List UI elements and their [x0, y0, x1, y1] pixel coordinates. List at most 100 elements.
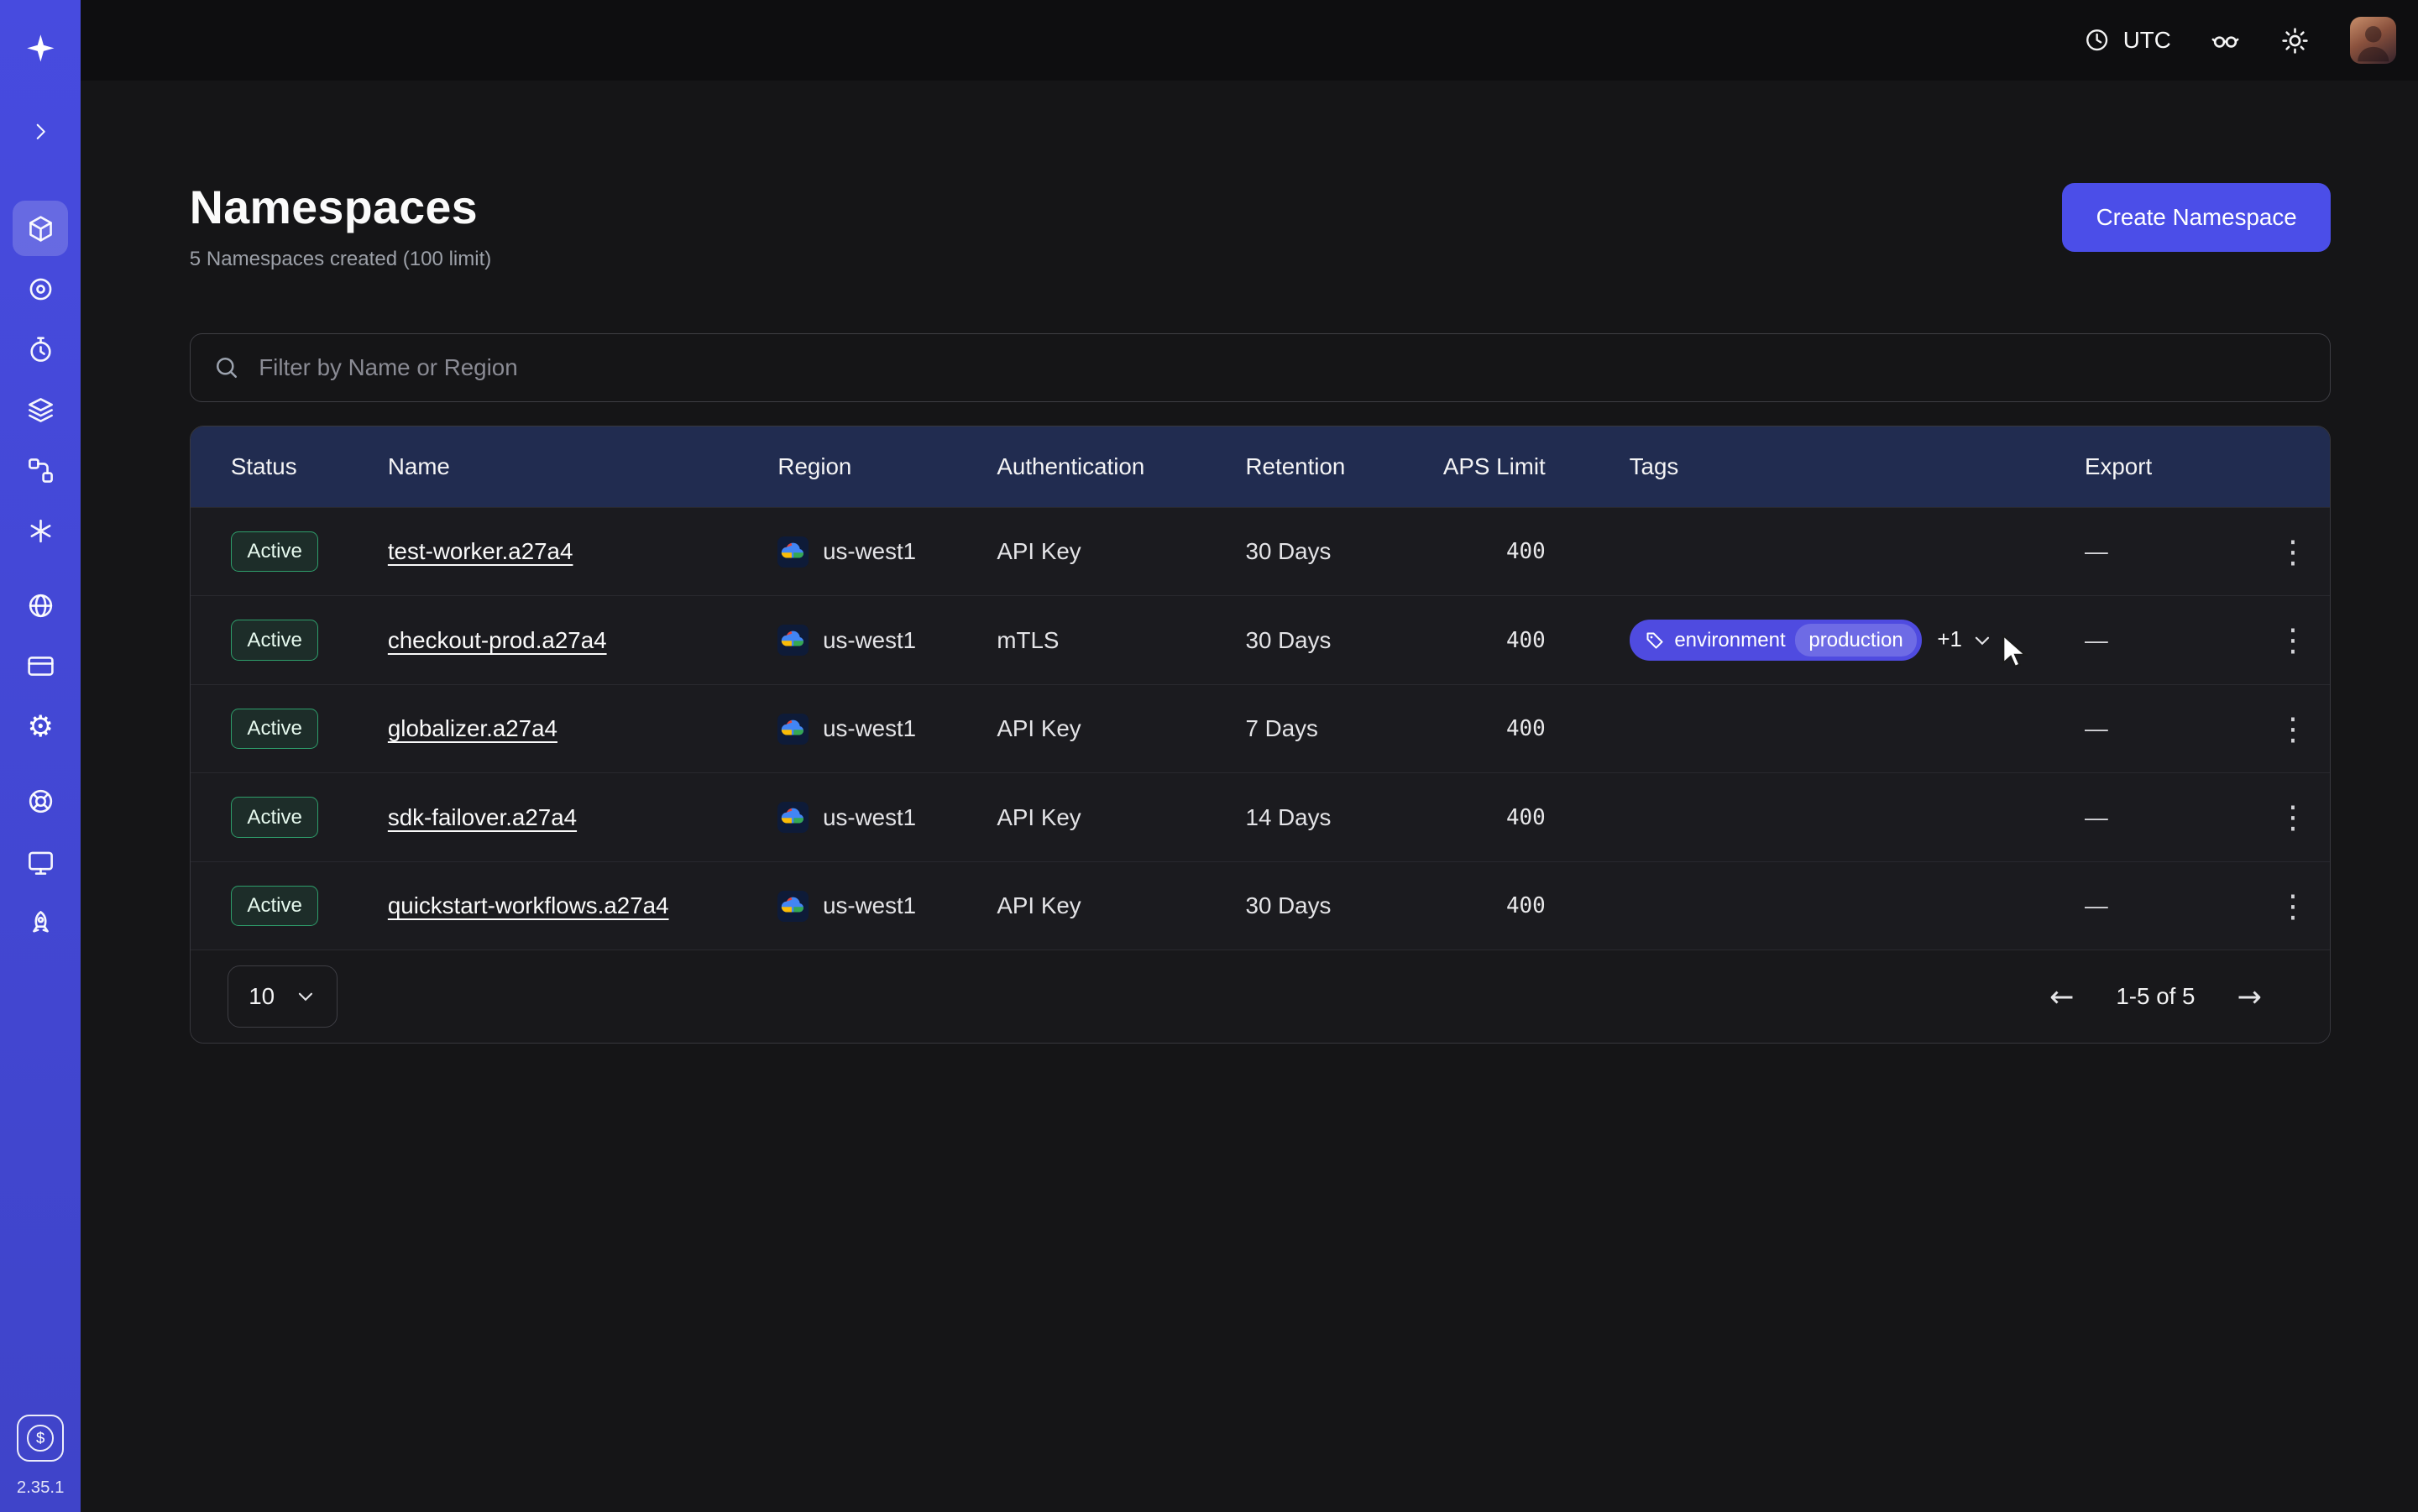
- gear-icon: ⚙: [27, 712, 54, 741]
- target-icon: [25, 274, 56, 305]
- goggles-icon: [2210, 25, 2241, 56]
- pagination: ← 1-5 of 5 →: [2049, 980, 2262, 1014]
- sidebar-item-deployments[interactable]: [13, 442, 69, 499]
- sidebar-item-billing[interactable]: [13, 639, 69, 695]
- namespace-link[interactable]: sdk-failover.a27a4: [388, 804, 577, 830]
- person-silhouette-icon: [2350, 17, 2397, 64]
- table-footer: 10 ← 1-5 of 5 →: [191, 950, 2331, 1043]
- col-retention: Retention: [1246, 453, 1440, 480]
- export-value: —: [2085, 715, 2256, 742]
- search-input[interactable]: [256, 353, 2309, 383]
- export-value: —: [2085, 892, 2256, 919]
- auth-label: API Key: [997, 538, 1245, 565]
- col-status: Status: [231, 453, 388, 480]
- sidebar-item-support[interactable]: [13, 774, 69, 830]
- sidebar-item-regions[interactable]: [13, 578, 69, 634]
- workflow-branch-icon: [25, 455, 56, 486]
- row-menu-kebab-icon[interactable]: ⋮: [2268, 793, 2317, 842]
- namespaces-page: Namespaces 5 Namespaces created (100 lim…: [81, 81, 2418, 1512]
- sidebar-item-settings[interactable]: ⚙: [13, 699, 69, 756]
- aps-value: 400: [1440, 716, 1630, 741]
- table-row: Active test-worker.a27a4 us-west1 API Ke…: [191, 507, 2331, 596]
- page-subtitle: 5 Namespaces created (100 limit): [190, 248, 492, 271]
- col-export: Export: [2085, 453, 2256, 480]
- chevron-down-icon[interactable]: [1971, 630, 1993, 651]
- page-size-value: 10: [249, 983, 275, 1010]
- user-avatar[interactable]: [2350, 17, 2397, 64]
- globe-icon: [25, 590, 56, 621]
- col-authentication: Authentication: [997, 453, 1245, 480]
- temporal-logo-icon[interactable]: [13, 20, 69, 76]
- credit-card-icon: [25, 651, 56, 682]
- app-window: ⚙ $ 2.35.1 UTC: [0, 0, 2418, 1512]
- topbar: UTC: [81, 0, 2418, 81]
- clock-icon: [2083, 26, 2111, 54]
- usage-cost-icon[interactable]: $: [17, 1415, 64, 1462]
- next-page-arrow-icon[interactable]: →: [2237, 980, 2261, 1014]
- table-row: Active sdk-failover.a27a4 us-west1 API K…: [191, 772, 2331, 861]
- namespace-link[interactable]: globalizer.a27a4: [388, 715, 557, 741]
- asterisk-icon: [25, 515, 56, 547]
- export-value: —: [2085, 538, 2256, 565]
- gcp-cloud-icon: [777, 536, 809, 568]
- pagination-range: 1-5 of 5: [2116, 983, 2195, 1010]
- auth-label: API Key: [997, 892, 1245, 919]
- sidebar-item-nexus[interactable]: [13, 504, 69, 560]
- table-row: Active globalizer.a27a4 us-west1 API Key…: [191, 684, 2331, 773]
- filter-search-box[interactable]: [190, 333, 2332, 401]
- tag-pill[interactable]: environment production: [1630, 620, 1922, 660]
- export-value: —: [2085, 804, 2256, 831]
- auth-label: API Key: [997, 804, 1245, 831]
- timezone-selector[interactable]: UTC: [2083, 26, 2171, 54]
- col-region: Region: [777, 453, 997, 480]
- sidebar-item-namespaces[interactable]: [13, 201, 69, 257]
- gcp-cloud-icon: [777, 802, 809, 833]
- sidebar-item-feedback[interactable]: [13, 834, 69, 891]
- tag-key: environment: [1674, 629, 1785, 652]
- namespace-link[interactable]: quickstart-workflows.a27a4: [388, 892, 669, 918]
- sidebar-item-workflows[interactable]: [13, 261, 69, 317]
- row-menu-kebab-icon[interactable]: ⋮: [2268, 526, 2317, 576]
- sidebar-footer: $ 2.35.1: [17, 1415, 65, 1512]
- region-label: us-west1: [823, 538, 916, 565]
- labs-mode-toggle[interactable]: [2210, 25, 2241, 56]
- rocket-icon: [25, 908, 56, 939]
- tag-more-count: +1: [1937, 628, 1962, 652]
- lifebuoy-icon: [25, 786, 56, 817]
- search-icon: [212, 353, 240, 381]
- sidebar-item-schedules[interactable]: [13, 322, 69, 378]
- gcp-cloud-icon: [777, 625, 809, 656]
- sidebar-item-batch[interactable]: [13, 382, 69, 438]
- region-label: us-west1: [823, 715, 916, 742]
- aps-value: 400: [1440, 805, 1630, 830]
- export-value: —: [2085, 627, 2256, 654]
- sidebar-item-getting-started[interactable]: [13, 895, 69, 951]
- status-badge: Active: [231, 886, 318, 926]
- row-menu-kebab-icon[interactable]: ⋮: [2268, 704, 2317, 753]
- prev-page-arrow-icon[interactable]: ←: [2049, 980, 2074, 1014]
- create-namespace-button[interactable]: Create Namespace: [2062, 183, 2332, 251]
- aps-value: 400: [1440, 539, 1630, 564]
- auth-label: API Key: [997, 715, 1245, 742]
- retention-label: 7 Days: [1246, 715, 1440, 742]
- row-menu-kebab-icon[interactable]: ⋮: [2268, 615, 2317, 665]
- sidebar-expand-chevron-icon[interactable]: [13, 104, 69, 160]
- sidebar: ⚙ $ 2.35.1: [0, 0, 81, 1512]
- page-size-select[interactable]: 10: [228, 965, 338, 1028]
- status-badge: Active: [231, 531, 318, 572]
- chevron-down-icon: [295, 986, 317, 1007]
- status-badge: Active: [231, 620, 318, 660]
- namespace-link[interactable]: test-worker.a27a4: [388, 538, 573, 564]
- gcp-cloud-icon: [777, 714, 809, 745]
- namespaces-table: Status Name Region Authentication Retent…: [190, 426, 2332, 1044]
- gcp-cloud-icon: [777, 891, 809, 922]
- status-badge: Active: [231, 797, 318, 837]
- timezone-label: UTC: [2123, 27, 2171, 54]
- row-menu-kebab-icon[interactable]: ⋮: [2268, 881, 2317, 930]
- sun-icon: [2279, 25, 2311, 56]
- table-row: Active checkout-prod.a27a4 us-west1 mTLS…: [191, 595, 2331, 684]
- region-label: us-west1: [823, 892, 916, 919]
- namespace-link[interactable]: checkout-prod.a27a4: [388, 627, 607, 653]
- col-tags: Tags: [1630, 453, 2085, 480]
- theme-toggle[interactable]: [2279, 25, 2311, 56]
